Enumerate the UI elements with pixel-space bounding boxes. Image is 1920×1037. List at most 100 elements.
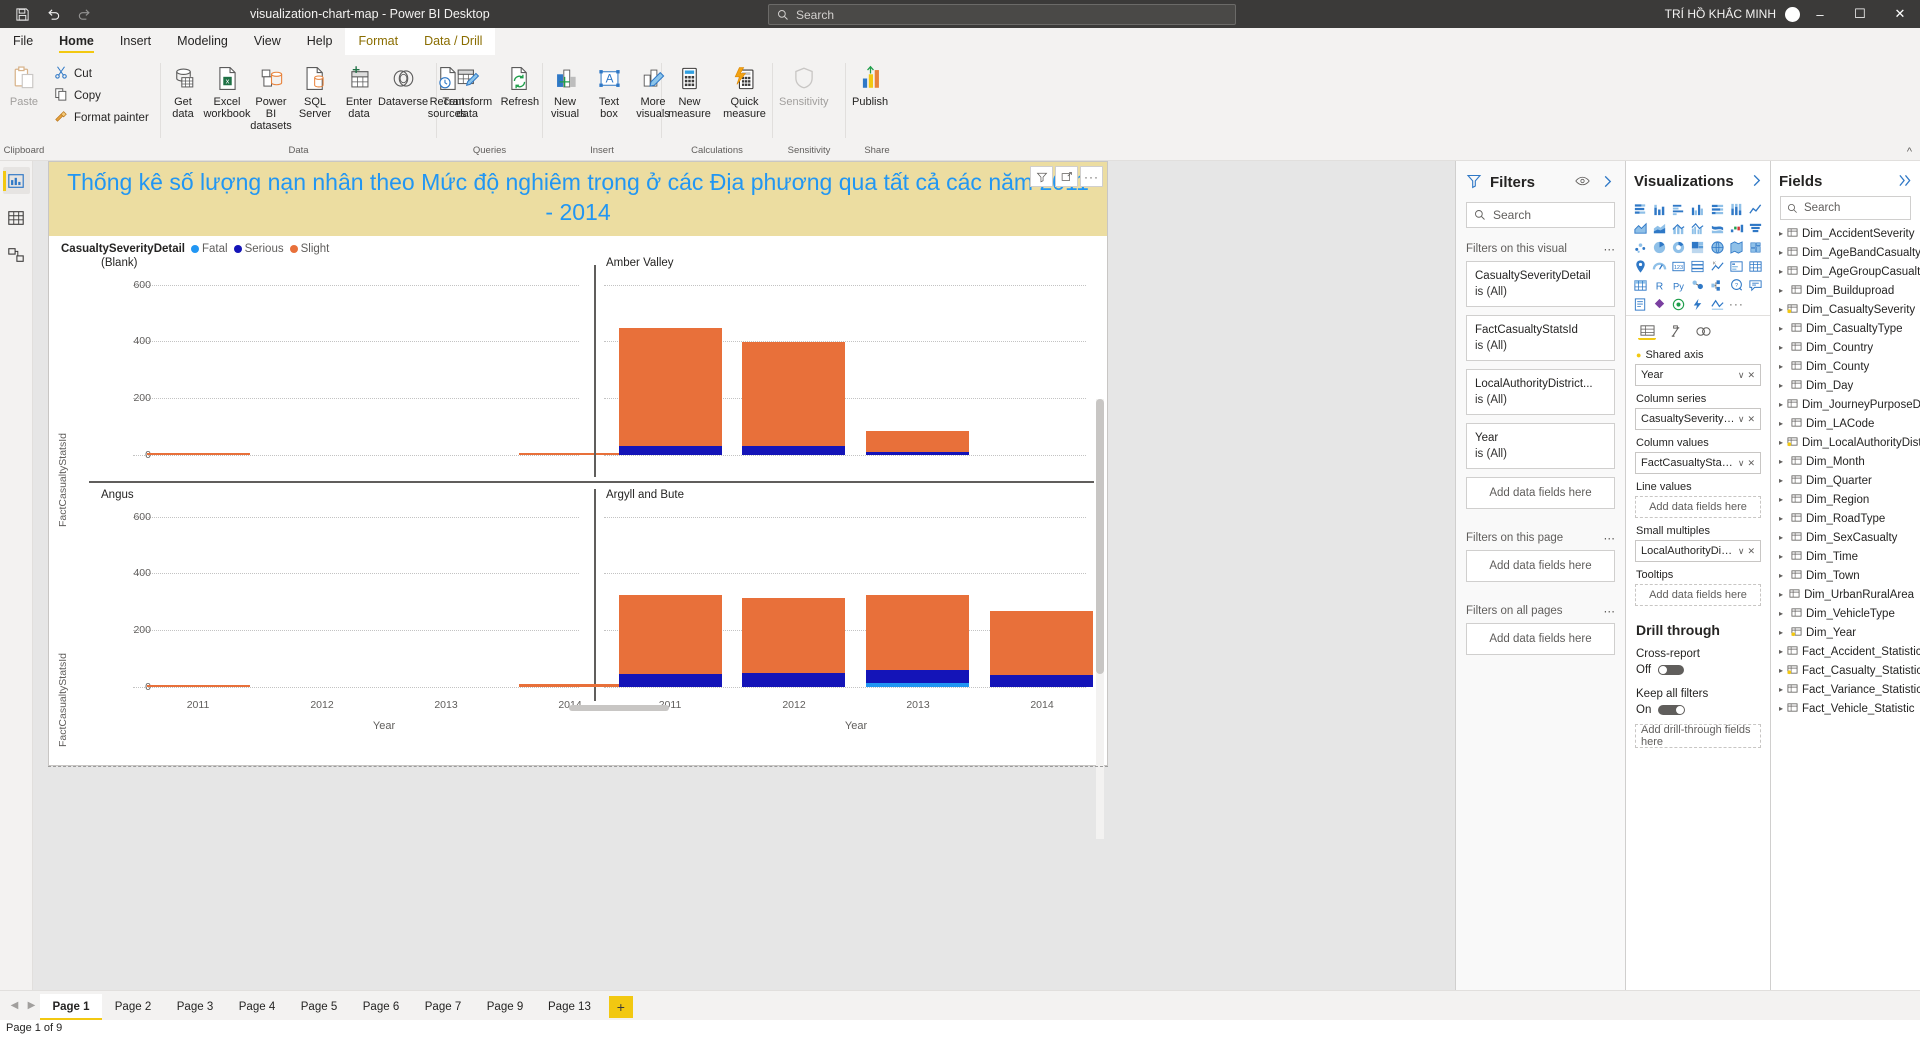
bar-blank-2011[interactable] bbox=[147, 453, 250, 455]
search-input[interactable]: Search bbox=[768, 4, 1236, 25]
sidebar-item-report-view[interactable] bbox=[2, 167, 30, 194]
quick-measure-button[interactable]: Quick measure bbox=[717, 61, 772, 122]
tab-modeling[interactable]: Modeling bbox=[164, 28, 241, 55]
refresh-button[interactable]: Refresh bbox=[498, 61, 542, 110]
filters-visual-add-dropzone[interactable]: Add data fields here bbox=[1466, 477, 1615, 509]
close-icon[interactable]: ✕ bbox=[1747, 370, 1755, 381]
format-tab-icon[interactable] bbox=[1666, 322, 1684, 340]
field-table-dim-region[interactable]: ▸ Dim_Region bbox=[1771, 490, 1920, 509]
dataverse-button[interactable]: Dataverse bbox=[378, 61, 428, 110]
close-icon[interactable]: ✕ bbox=[1747, 458, 1755, 469]
treemap-icon[interactable] bbox=[1689, 238, 1707, 256]
bar-angus-2011[interactable] bbox=[147, 685, 250, 687]
field-table-dim-month[interactable]: ▸ Dim_Month bbox=[1771, 452, 1920, 471]
close-button[interactable]: ✕ bbox=[1880, 0, 1920, 28]
field-table-dim-agebandcasualty[interactable]: ▸ Dim_AgeBandCasualty bbox=[1771, 243, 1920, 262]
page-tab-page-5[interactable]: Page 5 bbox=[288, 994, 350, 1020]
field-table-fact-accident-statistic[interactable]: ▸ Fact_Accident_Statistic bbox=[1771, 642, 1920, 661]
tab-view[interactable]: View bbox=[241, 28, 294, 55]
shape-map-icon[interactable] bbox=[1747, 238, 1765, 256]
chevron-down-icon[interactable]: ∨ bbox=[1738, 414, 1745, 425]
get-more-visuals-icon[interactable] bbox=[1708, 295, 1726, 313]
page-tab-page-7[interactable]: Page 7 bbox=[412, 994, 474, 1020]
text-box-button[interactable]: A Text box bbox=[587, 61, 631, 122]
close-icon[interactable]: ✕ bbox=[1747, 414, 1755, 425]
py-visual-icon[interactable]: Py bbox=[1670, 276, 1688, 294]
collapse-fields-chevrons-right-icon[interactable] bbox=[1898, 174, 1912, 190]
smart-narrative-icon[interactable] bbox=[1747, 276, 1765, 294]
area-chart-icon[interactable] bbox=[1631, 219, 1649, 237]
slicer-icon[interactable] bbox=[1727, 257, 1745, 275]
close-icon[interactable]: ✕ bbox=[1747, 546, 1755, 557]
visual-horizontal-scrollbar[interactable] bbox=[569, 705, 669, 711]
sql-server-button[interactable]: SQL Server bbox=[293, 61, 337, 122]
excel-workbook-button[interactable]: x Excel workbook bbox=[203, 61, 251, 122]
page-tab-page-13[interactable]: Page 13 bbox=[536, 994, 603, 1020]
bar-argyll-2013[interactable] bbox=[866, 595, 969, 687]
line-clustered-column-icon[interactable] bbox=[1689, 219, 1707, 237]
funnel-chart-icon[interactable] bbox=[1747, 219, 1765, 237]
cut-button[interactable]: Cut bbox=[48, 63, 155, 84]
page-tab-page-1[interactable]: Page 1 bbox=[40, 994, 102, 1020]
filter-card-year[interactable]: Year is (All) bbox=[1466, 423, 1615, 469]
filter-icon[interactable] bbox=[1030, 166, 1053, 187]
paginated-report-icon[interactable] bbox=[1631, 295, 1649, 313]
tab-help[interactable]: Help bbox=[294, 28, 346, 55]
field-table-dim-year[interactable]: ▸ Dim_Year bbox=[1771, 623, 1920, 642]
tab-insert[interactable]: Insert bbox=[107, 28, 164, 55]
sidebar-item-model-view[interactable] bbox=[3, 241, 30, 268]
field-table-fact-casualty-statistic[interactable]: ▸ Fact_Casualty_Statistic bbox=[1771, 661, 1920, 680]
chevron-down-icon[interactable]: ∨ bbox=[1738, 546, 1745, 557]
chevron-down-icon[interactable]: ∨ bbox=[1738, 370, 1745, 381]
filter-card-casualty-severity-detail[interactable]: CasualtySeverityDetail is (All) bbox=[1466, 261, 1615, 307]
filter-card-fact-casualty-stats-id[interactable]: FactCasualtyStatsId is (All) bbox=[1466, 315, 1615, 361]
field-table-dim-journeypurposedr[interactable]: ▸ Dim_JourneyPurposeDr... bbox=[1771, 395, 1920, 414]
field-table-dim-casualtytype[interactable]: ▸ Dim_CasualtyType bbox=[1771, 319, 1920, 338]
field-table-dim-accidentseverity[interactable]: ▸ Dim_AccidentSeverity bbox=[1771, 224, 1920, 243]
collapse-filters-chevron-right-icon[interactable] bbox=[1602, 175, 1613, 191]
well-small-multiples-item[interactable]: LocalAuthorityDistrict... ∨ ✕ bbox=[1635, 540, 1761, 562]
collapse-visualizations-chevron-right-icon[interactable] bbox=[1751, 174, 1762, 190]
keep-all-filters-toggle-row[interactable]: On bbox=[1626, 702, 1770, 724]
tab-file[interactable]: File bbox=[0, 28, 46, 55]
cross-report-toggle[interactable] bbox=[1658, 665, 1685, 675]
legend-item-fatal[interactable]: Fatal bbox=[191, 243, 228, 255]
stacked-bar-chart-icon[interactable] bbox=[1631, 200, 1649, 218]
matrix-icon[interactable] bbox=[1631, 276, 1649, 294]
chevron-left-icon[interactable]: ◀ bbox=[6, 990, 23, 1020]
publish-button[interactable]: Publish bbox=[846, 61, 894, 110]
field-table-dim-sexcasualty[interactable]: ▸ Dim_SexCasualty bbox=[1771, 528, 1920, 547]
field-table-dim-casualtyseverity[interactable]: ▸ Dim_CasualtySeverity bbox=[1771, 300, 1920, 319]
paste-button[interactable]: Paste bbox=[0, 61, 48, 110]
r-script-visual-icon[interactable]: R bbox=[1650, 276, 1668, 294]
undo-icon[interactable] bbox=[45, 6, 62, 23]
more-options-icon[interactable]: ··· bbox=[1080, 166, 1103, 187]
power-automate-icon[interactable] bbox=[1689, 295, 1707, 313]
filters-section-all-pages-more-icon[interactable]: ⋯ bbox=[1604, 604, 1616, 618]
new-visual-button[interactable]: New visual bbox=[543, 61, 587, 122]
save-icon[interactable] bbox=[14, 6, 31, 23]
more-options-icon[interactable]: ··· bbox=[1727, 295, 1745, 313]
well-column-series-item[interactable]: CasualtySeverityDetail ∨ ✕ bbox=[1635, 408, 1761, 430]
azure-map-icon[interactable] bbox=[1631, 257, 1649, 275]
map-icon[interactable] bbox=[1708, 238, 1726, 256]
sensitivity-button[interactable]: Sensitivity bbox=[773, 61, 835, 110]
field-table-dim-lacode[interactable]: ▸ Dim_LACode bbox=[1771, 414, 1920, 433]
field-table-fact-variance-statistic[interactable]: ▸ Fact_Variance_Statistic bbox=[1771, 680, 1920, 699]
bar-argyll-2011[interactable] bbox=[619, 595, 722, 687]
key-influencers-icon[interactable] bbox=[1689, 276, 1707, 294]
line-chart-icon[interactable] bbox=[1747, 200, 1765, 218]
chevron-right-icon[interactable]: ▶ bbox=[23, 990, 40, 1020]
scatter-chart-icon[interactable] bbox=[1631, 238, 1649, 256]
well-line-values-dropzone[interactable]: Add data fields here bbox=[1635, 496, 1761, 518]
user-account[interactable]: TRÍ HỒ KHẮC MINH bbox=[1665, 0, 1800, 28]
table-icon[interactable] bbox=[1747, 257, 1765, 275]
stacked-column-chart-icon[interactable] bbox=[1650, 200, 1668, 218]
kpi-icon[interactable]: K bbox=[1708, 257, 1726, 275]
legend-item-slight[interactable]: Slight bbox=[289, 243, 329, 255]
page-tab-page-9[interactable]: Page 9 bbox=[474, 994, 536, 1020]
filters-search-input[interactable]: Search bbox=[1466, 202, 1615, 228]
format-painter-button[interactable]: Format painter bbox=[48, 107, 155, 128]
filled-map-icon[interactable] bbox=[1727, 238, 1745, 256]
tab-format[interactable]: Format bbox=[345, 28, 412, 55]
